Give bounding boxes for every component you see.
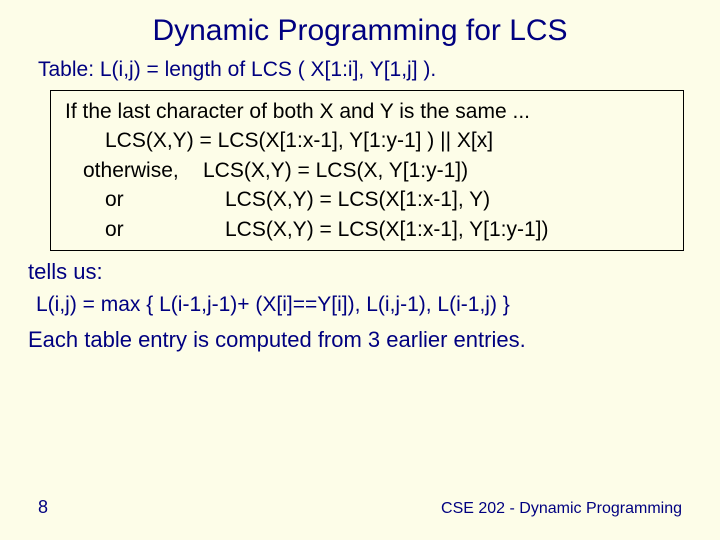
table-definition: Table: L(i,j) = length of LCS ( X[1:i], … xyxy=(38,58,720,82)
page-number: 8 xyxy=(38,497,48,518)
dp-formula: L(i,j) = max { L(i-1,j-1)+ (X[i]==Y[i]),… xyxy=(36,293,720,317)
otherwise-value: LCS(X,Y) = LCS(X, Y[1:y-1]) xyxy=(203,156,468,185)
recurrence-box: If the last character of both X and Y is… xyxy=(50,90,684,251)
or-label-2: or xyxy=(105,215,225,244)
conclusion-text: Each table entry is computed from 3 earl… xyxy=(28,327,720,353)
or-label-1: or xyxy=(105,185,225,214)
slide-title: Dynamic Programming for LCS xyxy=(0,0,720,54)
or-value-1: LCS(X,Y) = LCS(X[1:x-1], Y) xyxy=(225,185,490,214)
otherwise-label: otherwise, xyxy=(83,156,203,185)
tells-us-label: tells us: xyxy=(28,259,720,285)
box-same-case: LCS(X,Y) = LCS(X[1:x-1], Y[1:y-1] ) || X… xyxy=(105,126,673,155)
or-value-2: LCS(X,Y) = LCS(X[1:x-1], Y[1:y-1]) xyxy=(225,215,548,244)
footer-course: CSE 202 - Dynamic Programming xyxy=(441,500,682,518)
box-condition: If the last character of both X and Y is… xyxy=(65,97,673,126)
